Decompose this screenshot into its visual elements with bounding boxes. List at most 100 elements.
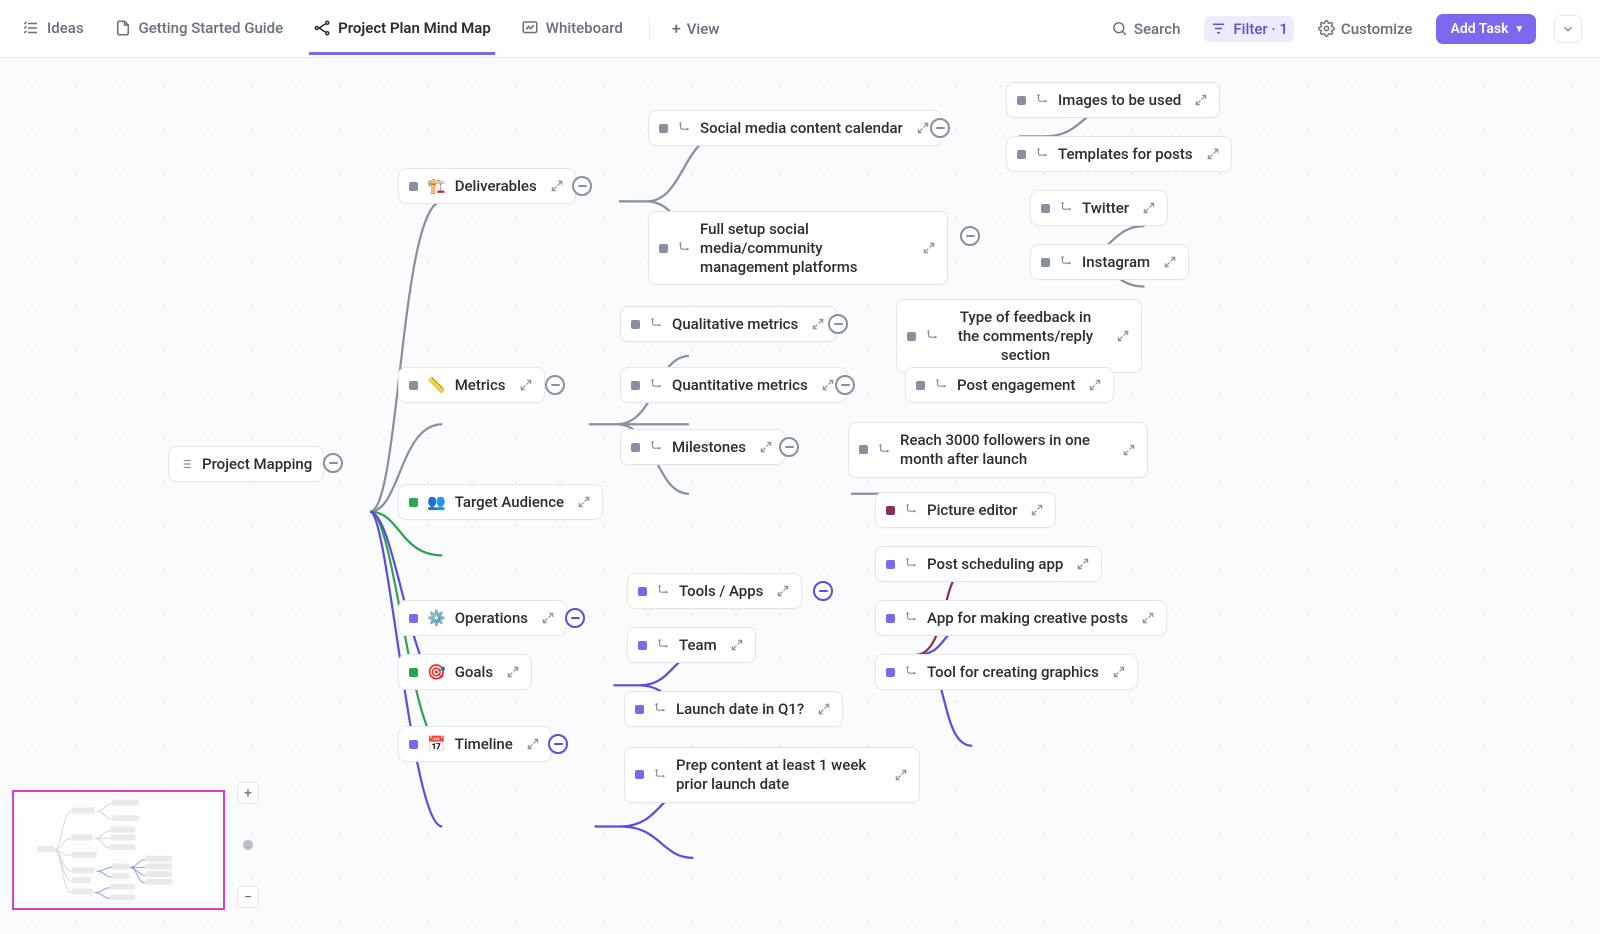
node-metrics[interactable]: 📏 Metrics	[398, 367, 545, 403]
subtask-icon	[653, 768, 667, 782]
tab-label: Getting Started Guide	[139, 19, 284, 37]
node-operations[interactable]: ⚙️ Operations	[398, 600, 567, 636]
subtask-icon	[656, 584, 670, 598]
list-icon	[179, 457, 193, 471]
list-icon	[22, 19, 40, 37]
expand-icon	[922, 241, 936, 255]
expand-icon	[1141, 611, 1155, 625]
collapse-toggle[interactable]	[545, 375, 565, 395]
subtask-icon	[877, 443, 891, 457]
node-deliverables[interactable]: 🏗️ Deliverables	[398, 168, 576, 204]
node-label: Type of feedback in the comments/reply s…	[948, 308, 1103, 364]
tab-mind-map[interactable]: Project Plan Mind Map	[309, 3, 495, 55]
collapse-toggle[interactable]	[828, 314, 848, 334]
subtask-icon	[1059, 255, 1073, 269]
mindmap-icon	[313, 19, 331, 37]
node-label: Tool for creating graphics	[927, 663, 1099, 681]
node-full-setup[interactable]: Full setup social media/community manage…	[648, 211, 948, 285]
expand-icon	[506, 665, 520, 679]
status-square	[859, 445, 868, 454]
node-label: Instagram	[1082, 253, 1150, 271]
filter-label: Filter · 1	[1233, 20, 1288, 38]
collapse-toggle[interactable]	[813, 581, 833, 601]
add-view-button[interactable]: + View	[672, 20, 720, 38]
status-square	[638, 587, 647, 596]
node-label: Templates for posts	[1058, 145, 1193, 163]
node-social-calendar[interactable]: Social media content calendar	[648, 110, 942, 146]
node-target-audience[interactable]: 👥 Target Audience	[398, 484, 603, 520]
expand-icon	[1116, 329, 1130, 343]
node-timeline[interactable]: 📅 Timeline	[398, 726, 552, 762]
expand-icon	[776, 584, 790, 598]
status-square	[907, 332, 916, 341]
node-creative-posts[interactable]: App for making creative posts	[875, 600, 1167, 636]
customize-button[interactable]: Customize	[1312, 16, 1419, 42]
node-prep-content[interactable]: Prep content at least 1 week prior launc…	[624, 747, 920, 803]
node-project-mapping[interactable]: Project Mapping	[168, 446, 324, 482]
node-label: Twitter	[1082, 199, 1129, 217]
zoom-in-button[interactable]: +	[237, 782, 259, 804]
add-view-label: View	[687, 20, 720, 38]
expand-icon	[541, 611, 555, 625]
node-images-used[interactable]: Images to be used	[1006, 82, 1220, 118]
subtask-icon	[934, 378, 948, 392]
tab-whiteboard[interactable]: Whiteboard	[517, 3, 627, 55]
expand-icon	[550, 179, 564, 193]
collapse-toggle[interactable]	[572, 176, 592, 196]
subtask-icon	[904, 503, 918, 517]
mind-map-canvas[interactable]: Project Mapping 🏗️ Deliverables 📏 Metric…	[0, 58, 1600, 934]
node-post-scheduling[interactable]: Post scheduling app	[875, 546, 1102, 582]
node-qualitative[interactable]: Qualitative metrics	[620, 306, 837, 342]
node-templates-posts[interactable]: Templates for posts	[1006, 136, 1232, 172]
node-tools-apps[interactable]: Tools / Apps	[627, 573, 802, 609]
collapse-toggle[interactable]	[835, 375, 855, 395]
node-twitter[interactable]: Twitter	[1030, 190, 1168, 226]
subtask-icon	[649, 440, 663, 454]
subtask-icon	[649, 317, 663, 331]
node-team[interactable]: Team	[627, 627, 756, 663]
node-post-engagement[interactable]: Post engagement	[905, 367, 1114, 403]
subtask-icon	[904, 557, 918, 571]
node-milestones[interactable]: Milestones	[620, 429, 785, 465]
emoji-icon: 🎯	[427, 663, 446, 681]
collapse-toggle[interactable]	[930, 118, 950, 138]
node-feedback-type[interactable]: Type of feedback in the comments/reply s…	[896, 299, 1142, 373]
search-icon	[1111, 20, 1128, 37]
node-reach-followers[interactable]: Reach 3000 followers in one month after …	[848, 422, 1148, 478]
node-label: Images to be used	[1058, 91, 1181, 109]
more-menu-button[interactable]	[1554, 15, 1582, 43]
node-launch-q1[interactable]: Launch date in Q1?	[624, 691, 843, 727]
node-instagram[interactable]: Instagram	[1030, 244, 1189, 280]
node-graphics-tool[interactable]: Tool for creating graphics	[875, 654, 1138, 690]
tab-ideas[interactable]: Ideas	[18, 3, 88, 55]
expand-icon	[1076, 557, 1090, 571]
tab-label: Whiteboard	[546, 19, 623, 37]
zoom-level-indicator[interactable]	[243, 840, 253, 850]
add-task-button[interactable]: Add Task ▾	[1436, 14, 1536, 44]
node-label: Project Mapping	[202, 455, 312, 473]
collapse-toggle[interactable]	[323, 453, 343, 473]
subtask-icon	[1059, 201, 1073, 215]
node-goals[interactable]: 🎯 Goals	[398, 654, 532, 690]
expand-icon	[1112, 665, 1126, 679]
node-quantitative[interactable]: Quantitative metrics	[620, 367, 847, 403]
status-square	[409, 740, 418, 749]
status-square	[409, 381, 418, 390]
collapse-toggle[interactable]	[960, 226, 980, 246]
collapse-toggle[interactable]	[779, 437, 799, 457]
expand-icon	[759, 440, 773, 454]
node-label: Metrics	[455, 376, 506, 394]
node-label: App for making creative posts	[927, 609, 1128, 627]
node-label: Post scheduling app	[927, 555, 1063, 573]
status-square	[631, 443, 640, 452]
collapse-toggle[interactable]	[548, 734, 568, 754]
status-square	[659, 244, 668, 253]
zoom-out-button[interactable]: −	[237, 886, 259, 908]
tab-getting-started[interactable]: Getting Started Guide	[110, 3, 288, 55]
filter-button[interactable]: Filter · 1	[1204, 16, 1294, 42]
search-button[interactable]: Search	[1105, 16, 1187, 42]
collapse-toggle[interactable]	[565, 608, 585, 628]
node-picture-editor[interactable]: Picture editor	[875, 492, 1056, 528]
expand-icon	[916, 121, 930, 135]
minimap[interactable]	[12, 790, 225, 910]
